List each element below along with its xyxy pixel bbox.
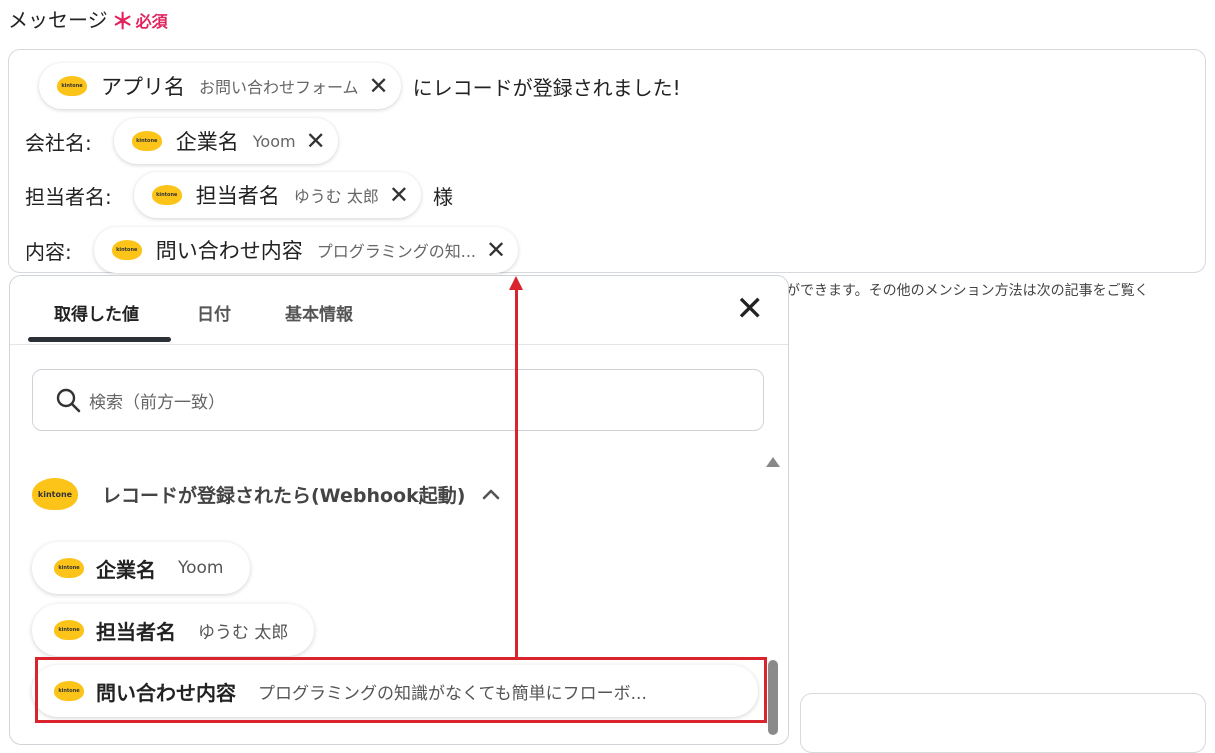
search-icon xyxy=(56,388,81,413)
remove-chip-icon[interactable]: ✕ xyxy=(486,238,506,262)
required-badge: ＊必須 xyxy=(111,10,168,35)
message-line-1: kintone アプリ名 お問い合わせフォーム ✕ にレコードが登録されました! xyxy=(39,63,681,109)
variable-chip-company[interactable]: kintone 企業名 Yoom ✕ xyxy=(113,118,338,164)
kintone-icon: kintone xyxy=(32,478,78,510)
field-label: メッセージ＊必須 xyxy=(8,8,168,35)
kintone-icon: kintone xyxy=(54,620,84,640)
chevron-up-icon[interactable] xyxy=(481,487,501,501)
remove-chip-icon[interactable]: ✕ xyxy=(389,183,409,207)
kintone-icon: kintone xyxy=(111,240,142,260)
variable-chip-contact-person[interactable]: kintone 担当者名 ゆうむ 太郎 ✕ xyxy=(133,172,421,218)
kintone-icon: kintone xyxy=(57,76,87,96)
variable-chip-app-name[interactable]: kintone アプリ名 お問い合わせフォーム ✕ xyxy=(39,63,401,109)
scrollbar-thumb[interactable] xyxy=(768,660,778,735)
kintone-icon: kintone xyxy=(54,558,84,578)
annotation-arrow-head xyxy=(509,276,523,290)
close-icon[interactable]: ✕ xyxy=(736,292,765,326)
annotation-arrow-line xyxy=(515,288,518,658)
section-header-record-registered[interactable]: kintone レコードが登録されたら(Webhook起動) xyxy=(32,478,501,510)
scroll-up-icon[interactable] xyxy=(766,457,780,467)
remove-chip-icon[interactable]: ✕ xyxy=(369,74,389,98)
tab-basic-info[interactable]: 基本情報 xyxy=(285,300,353,325)
variable-item-contact-person[interactable]: kintone 担当者名 ゆうむ 太郎 xyxy=(32,604,315,656)
next-field-box[interactable] xyxy=(800,693,1206,753)
variable-chip-inquiry-content[interactable]: kintone 問い合わせ内容 プログラミングの知... ✕ xyxy=(93,227,519,273)
scrollbar[interactable] xyxy=(766,455,780,735)
message-line-2: 会社名: kintone 企業名 Yoom ✕ xyxy=(25,118,338,164)
tab-bar: 取得した値 日付 基本情報 ✕ xyxy=(10,276,788,345)
message-line-3: 担当者名: kintone 担当者名 ゆうむ 太郎 ✕ 様 xyxy=(25,172,453,218)
active-tab-indicator xyxy=(28,337,171,342)
message-line-4: 内容: kintone 問い合わせ内容 プログラミングの知... ✕ xyxy=(25,227,519,273)
search-input[interactable]: 検索（前方一致） xyxy=(32,369,764,431)
tab-date[interactable]: 日付 xyxy=(197,300,231,325)
tab-fetched-values[interactable]: 取得した値 xyxy=(54,300,139,325)
search-placeholder: 検索（前方一致） xyxy=(89,392,225,413)
variable-item-company[interactable]: kintone 企業名 Yoom xyxy=(32,542,250,594)
annotation-highlight-box xyxy=(35,657,767,723)
message-editor[interactable]: kintone アプリ名 お問い合わせフォーム ✕ にレコードが登録されました!… xyxy=(8,49,1206,273)
remove-chip-icon[interactable]: ✕ xyxy=(306,129,326,153)
kintone-icon: kintone xyxy=(151,185,182,205)
kintone-icon: kintone xyxy=(131,131,162,151)
help-text: ができます。その他のメンション方法は次の記事をご覧く xyxy=(786,283,1149,299)
